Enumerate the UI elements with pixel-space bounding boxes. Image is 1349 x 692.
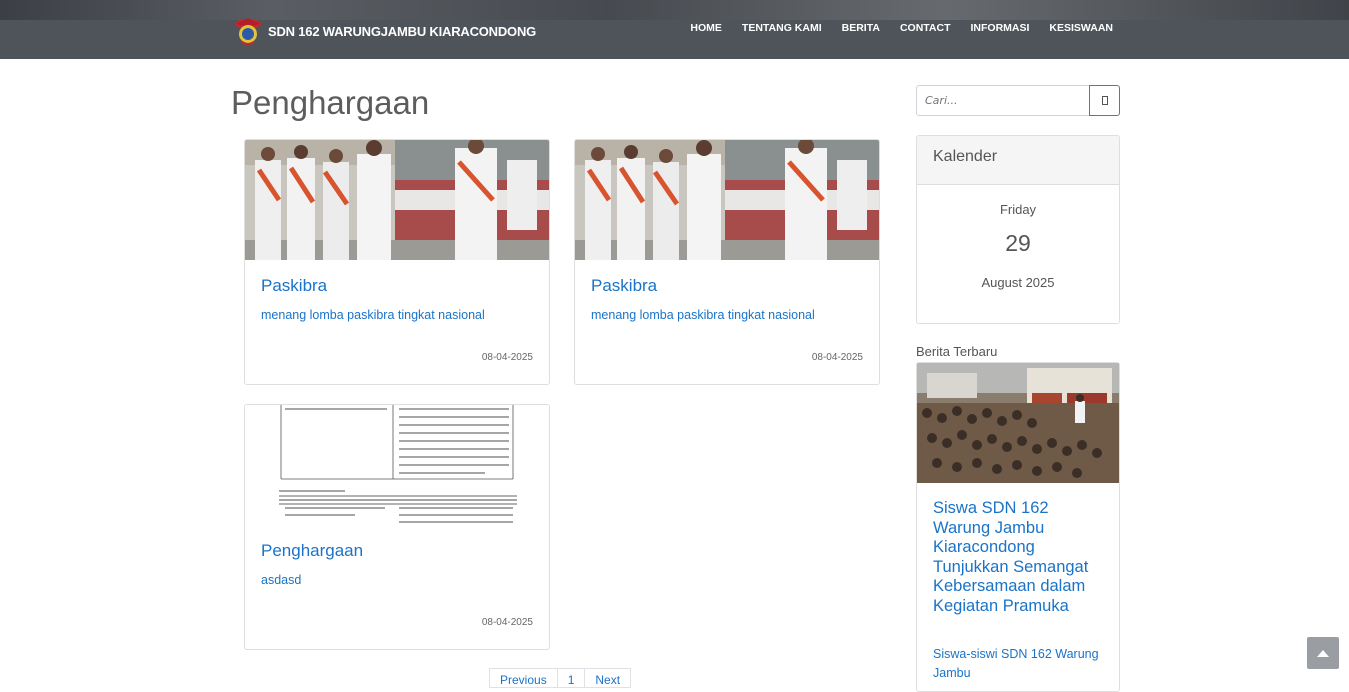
calendar-date: 29 bbox=[1005, 230, 1031, 256]
pagination-previous[interactable]: Previous bbox=[489, 668, 558, 688]
main-nav: HOME TENTANG KAMI BERITA CONTACT INFORMA… bbox=[670, 22, 1113, 34]
card-title[interactable]: Paskibra bbox=[591, 276, 657, 296]
search-input[interactable] bbox=[916, 85, 1090, 116]
calendar-title: Kalender bbox=[933, 148, 998, 165]
pagination-page-1[interactable]: 1 bbox=[556, 668, 586, 688]
paskibra-photo[interactable] bbox=[245, 140, 549, 260]
brand-name[interactable]: SDN 162 WARUNGJAMBU KIARACONDONG bbox=[268, 24, 536, 39]
calendar-day: Friday bbox=[999, 202, 1037, 217]
brand[interactable]: SDN 162 WARUNGJAMBU KIARACONDONG bbox=[232, 16, 536, 46]
card-excerpt[interactable]: menang lomba paskibra tingkat nasional bbox=[261, 308, 485, 322]
nav-home[interactable]: HOME bbox=[690, 22, 722, 34]
card-date: 08-04-2025 bbox=[481, 352, 533, 363]
card-title[interactable]: Penghargaan bbox=[261, 541, 363, 561]
site-header: SDN 162 WARUNGJAMBU KIARACONDONG HOME TE… bbox=[0, 0, 1349, 59]
news-excerpt[interactable]: Siswa-siswi SDN 162 Warung Jambu bbox=[933, 645, 1109, 683]
latest-news-label: Berita Terbaru bbox=[916, 344, 998, 359]
calendar-widget: Kalender Friday 29 August 2025 bbox=[916, 135, 1120, 324]
card-title[interactable]: Paskibra bbox=[261, 276, 327, 296]
card-excerpt[interactable]: asdasd bbox=[261, 573, 301, 587]
award-card[interactable]: Penghargaan asdasd 08-04-2025 bbox=[244, 404, 550, 650]
school-logo bbox=[235, 18, 261, 45]
paskibra-photo[interactable] bbox=[575, 140, 879, 260]
card-date: 08-04-2025 bbox=[481, 617, 533, 628]
search-button[interactable] bbox=[1089, 85, 1120, 116]
news-card[interactable]: Siswa SDN 162 Warung Jambu Kiaracondong … bbox=[916, 362, 1120, 692]
nav-berita[interactable]: BERITA bbox=[842, 22, 880, 34]
nav-kesiswaan[interactable]: KESISWAAN bbox=[1049, 22, 1113, 34]
header-banner-strip bbox=[0, 0, 1349, 20]
document-scan[interactable] bbox=[245, 405, 549, 525]
calendar-month: August 2025 bbox=[981, 275, 1055, 290]
search-icon bbox=[1101, 96, 1108, 105]
pagination-next[interactable]: Next bbox=[584, 668, 632, 688]
nav-informasi[interactable]: INFORMASI bbox=[970, 22, 1029, 34]
pagination: Previous 1 Next bbox=[489, 668, 632, 688]
chevron-up-icon bbox=[1317, 650, 1329, 657]
news-photo[interactable] bbox=[917, 363, 1119, 483]
news-title[interactable]: Siswa SDN 162 Warung Jambu Kiaracondong … bbox=[933, 499, 1109, 616]
nav-tentang-kami[interactable]: TENTANG KAMI bbox=[742, 22, 822, 34]
card-excerpt[interactable]: menang lomba paskibra tingkat nasional bbox=[591, 308, 815, 322]
search-form bbox=[916, 85, 1120, 116]
nav-contact[interactable]: CONTACT bbox=[900, 22, 951, 34]
page-title: Penghargaan bbox=[231, 84, 430, 121]
award-card[interactable]: Paskibra menang lomba paskibra tingkat n… bbox=[574, 139, 880, 385]
award-card[interactable]: Paskibra menang lomba paskibra tingkat n… bbox=[244, 139, 550, 385]
calendar-header: Kalender bbox=[917, 136, 1119, 185]
back-to-top-button[interactable] bbox=[1307, 637, 1339, 669]
card-date: 08-04-2025 bbox=[811, 352, 863, 363]
